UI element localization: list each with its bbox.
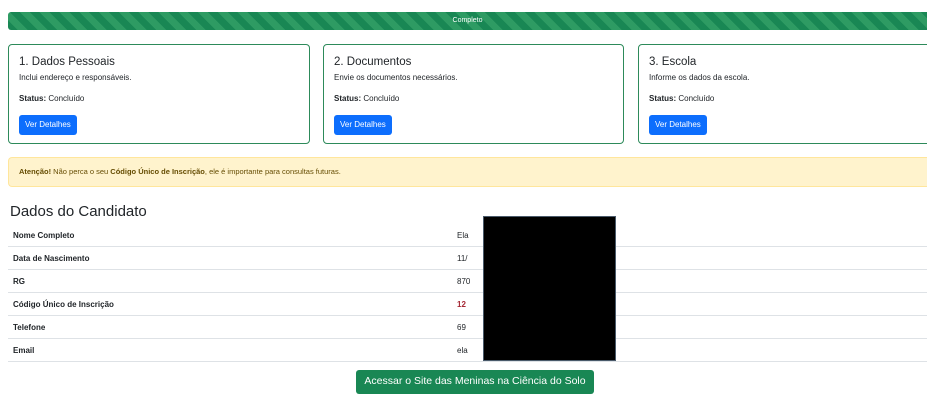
section-title: Dados do Candidato: [10, 203, 147, 220]
status-label: Status:: [334, 94, 362, 103]
warning-alert: Atenção! Não perca o seu Código Único de…: [8, 157, 927, 187]
card-escola: 3. Escola Informe os dados da escola. St…: [638, 44, 927, 144]
progress-bar: Completo: [8, 12, 927, 30]
alert-text-end: , ele é importante para consultas futura…: [204, 167, 341, 176]
alert-text: Não perca o seu: [51, 167, 111, 176]
alert-strong: Atenção!: [19, 167, 52, 176]
card-status: Status: Concluído: [649, 94, 927, 103]
candidate-table: Nome Completo Ela Data de Nascimento 11/…: [8, 224, 927, 362]
row-label: Data de Nascimento: [8, 246, 452, 270]
redaction-box: [483, 216, 616, 361]
status-value: Concluído: [363, 94, 400, 103]
table-row: Código Único de Inscrição 12: [8, 292, 927, 316]
ver-detalhes-button[interactable]: Ver Detalhes: [19, 115, 77, 135]
card-dados-pessoais: 1. Dados Pessoais Inclui endereço e resp…: [8, 44, 310, 144]
acessar-site-button[interactable]: Acessar o Site das Meninas na Ciência do…: [356, 370, 594, 394]
card-title: 3. Escola: [649, 56, 697, 68]
ver-detalhes-button[interactable]: Ver Detalhes: [334, 115, 392, 135]
card-status: Status: Concluído: [334, 94, 613, 103]
progress-label: Completo: [452, 17, 483, 24]
card-documentos: 2. Documentos Envie os documentos necess…: [323, 44, 624, 144]
row-label: RG: [8, 269, 452, 293]
table-row: Data de Nascimento 11/: [8, 246, 927, 270]
status-label: Status:: [649, 94, 677, 103]
card-description: Envie os documentos necessários.: [334, 73, 458, 82]
card-description: Informe os dados da escola.: [649, 73, 750, 82]
row-label: Código Único de Inscrição: [8, 292, 452, 316]
row-label: Email: [8, 338, 452, 362]
table-row: RG 870: [8, 269, 927, 293]
alert-code-name: Código Único de Inscrição: [110, 167, 205, 176]
status-label: Status:: [19, 94, 47, 103]
card-description: Inclui endereço e responsáveis.: [19, 73, 132, 82]
status-value: Concluído: [678, 94, 715, 103]
row-label: Nome Completo: [8, 224, 452, 247]
card-status: Status: Concluído: [19, 94, 299, 103]
ver-detalhes-button[interactable]: Ver Detalhes: [649, 115, 707, 135]
card-title: 1. Dados Pessoais: [19, 56, 115, 68]
status-value: Concluído: [48, 94, 85, 103]
table-row: Telefone 69: [8, 315, 927, 339]
row-label: Telefone: [8, 315, 452, 339]
table-row: Nome Completo Ela: [8, 224, 927, 247]
table-row: Email ela: [8, 338, 927, 362]
card-title: 2. Documentos: [334, 56, 412, 68]
